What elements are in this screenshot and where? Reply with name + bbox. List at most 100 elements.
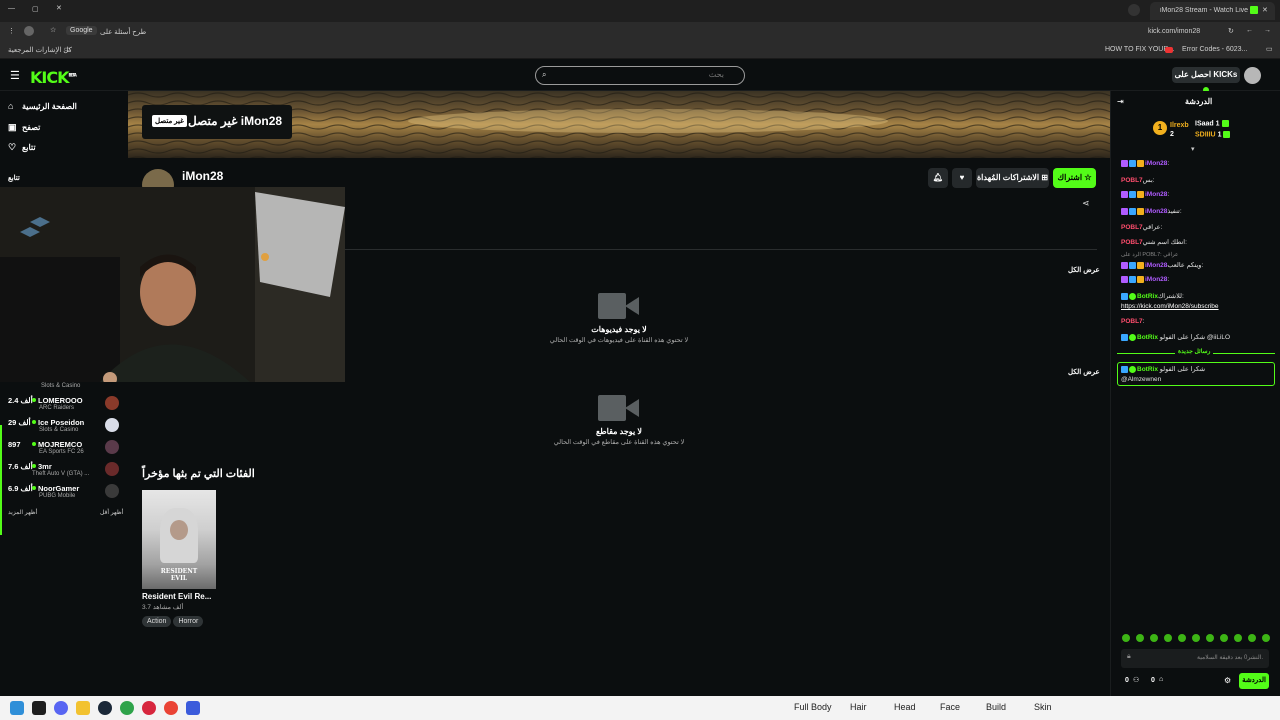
people-icon[interactable]: ⚇ bbox=[1133, 676, 1139, 684]
chat-message: BotRixللاشتراك: bbox=[1121, 292, 1184, 300]
offline-title: غير متصل iMon28 bbox=[188, 114, 283, 128]
show-less-link[interactable]: أظهر أقل bbox=[100, 509, 123, 516]
all-bookmarks-label[interactable]: كل الإشارات المرجعية bbox=[8, 46, 72, 54]
back-icon[interactable]: ← bbox=[1246, 27, 1253, 34]
chat-message: iMon28وينكم عالعب: bbox=[1121, 261, 1203, 269]
kick-logo[interactable]: KICKBETA bbox=[30, 68, 77, 87]
bookmark-fix[interactable]: HOW TO FIX YOUR... bbox=[1105, 46, 1174, 53]
store-icon[interactable]: ⌂ bbox=[1159, 676, 1163, 683]
google-button[interactable]: Google bbox=[66, 26, 97, 35]
chat-input[interactable]: النشر0 بعد دقيقة السلامية. 🔒︎ bbox=[1121, 649, 1269, 668]
reload-icon[interactable]: ↻ bbox=[1228, 27, 1234, 35]
lock-icon: 🔒︎ bbox=[1127, 653, 1131, 660]
videos-show-all-link[interactable]: عرض الكل bbox=[1068, 266, 1100, 274]
user-avatar[interactable] bbox=[1244, 67, 1261, 84]
divider bbox=[345, 249, 1097, 250]
clips-show-all-link[interactable]: عرض الكل bbox=[1068, 368, 1100, 376]
follow-button[interactable]: ♥ bbox=[952, 168, 972, 188]
channel-name[interactable]: iMon28 bbox=[182, 169, 223, 183]
ask-label[interactable]: طرح أسئلة على bbox=[100, 28, 146, 36]
kick-badge-icon bbox=[1223, 131, 1231, 138]
tab-full-body[interactable]: Full Body bbox=[794, 702, 832, 712]
tab-build[interactable]: Build bbox=[986, 702, 1006, 712]
gift-subs-button[interactable]: الاشتراكات المُهداة ⊞ bbox=[976, 168, 1049, 188]
nav-following[interactable]: ♡ تتابع bbox=[8, 142, 36, 153]
leader-count: 2 bbox=[1170, 131, 1174, 138]
bookmark-error-codes[interactable]: Error Codes - 6023... bbox=[1182, 46, 1247, 53]
discord-icon[interactable] bbox=[54, 701, 68, 715]
tab-close-icon[interactable]: ✕ bbox=[1262, 6, 1268, 14]
star-icon[interactable]: ☆ bbox=[50, 26, 56, 34]
notifications-button[interactable]: 🔔︎ bbox=[928, 168, 948, 188]
restore-icon[interactable]: ▢ bbox=[32, 5, 39, 13]
minimize-icon[interactable]: — bbox=[8, 5, 15, 12]
close-icon[interactable]: ✕ bbox=[56, 4, 62, 12]
chat-panel: ⇥ الدردشة 1 ISaad 1 Ilrexb SDIIIU 1 2 ▾ … bbox=[1110, 91, 1280, 696]
chat-message: POBL7: bbox=[1121, 318, 1145, 325]
gift-icon: ⊞ bbox=[1041, 173, 1049, 182]
streamer-avatar bbox=[105, 418, 119, 432]
streamer-item-3mr[interactable]: 7.6 ألف 3mr Theft Auto V (GTA) ... bbox=[8, 460, 120, 482]
hamburger-menu-icon[interactable]: ☰ bbox=[10, 69, 20, 82]
game-launcher-icon[interactable] bbox=[142, 701, 156, 715]
streamer-item-ice-poseidon[interactable]: 29 ألف Ice Poseidon Slots & Casino bbox=[8, 416, 120, 438]
chevron-down-icon[interactable]: ▾ bbox=[1191, 145, 1195, 153]
leader-sdiiiu[interactable]: SDIIIU 1 bbox=[1195, 131, 1231, 138]
streamer-name: NoorGamer bbox=[38, 484, 80, 493]
terminal-icon[interactable] bbox=[32, 701, 46, 715]
collapse-chat-icon[interactable]: ⇥ bbox=[1117, 97, 1124, 106]
profile-icon[interactable] bbox=[24, 26, 34, 36]
chat-message: iMon28تنفيذ: bbox=[1121, 207, 1182, 215]
get-kicks-button[interactable]: احصل على KICKs bbox=[1172, 67, 1240, 93]
nav-home[interactable]: ⌂ الصفحة الرئيسية bbox=[8, 101, 77, 111]
leader-name: SDIIIU bbox=[1195, 131, 1216, 139]
share-icon[interactable]: ⋖ bbox=[1082, 198, 1090, 209]
search-icon: ⌕ bbox=[542, 70, 547, 79]
search-box[interactable]: ⌕ bbox=[535, 66, 745, 85]
streamer-name: MOJREMCO bbox=[38, 440, 83, 449]
steam-icon[interactable] bbox=[98, 701, 112, 715]
tab-head[interactable]: Head bbox=[894, 702, 916, 712]
category-card[interactable]: RESIDENT EVIL Resident Evil Re... 3.7 أل… bbox=[142, 490, 216, 627]
streamer-item-mojremco[interactable]: 897 MOJREMCO EA Sports FC 26 bbox=[8, 438, 120, 460]
streamer-item-noorgamer[interactable]: 6.9 ألف NoorGamer PUBG Mobile bbox=[8, 482, 120, 504]
viewer-count: 6.9 ألف bbox=[8, 484, 33, 493]
nav-browse[interactable]: ▣ تصفح bbox=[8, 122, 40, 133]
counter-one: 0 bbox=[1125, 677, 1129, 684]
following-section-title: تتابع bbox=[8, 175, 20, 182]
bookmark-folder-icon[interactable]: ▭ bbox=[1266, 45, 1273, 53]
tab-face[interactable]: Face bbox=[940, 702, 960, 712]
leader-ilrexb[interactable]: Ilrexb bbox=[1170, 122, 1189, 129]
emote-bar[interactable] bbox=[1121, 633, 1271, 643]
streamer-game: Theft Auto V (GTA) ... bbox=[32, 471, 90, 477]
chat-message: BotRix شكرا على الفولو @iiLiLO bbox=[1121, 333, 1230, 341]
streamer-name: LOMEROOO bbox=[38, 396, 83, 405]
tab-hair[interactable]: Hair bbox=[850, 702, 867, 712]
subscribe-button[interactable]: اشتراك ☆ bbox=[1053, 168, 1096, 188]
no-clips-subtitle: لا تحتوي هذه القناة على مقاطع في الوقت ا… bbox=[553, 439, 685, 446]
settings-gear-icon[interactable]: ⚙ bbox=[1224, 676, 1231, 685]
xbox-icon[interactable] bbox=[120, 701, 134, 715]
tab-skin[interactable]: Skin bbox=[1034, 702, 1052, 712]
search-input[interactable] bbox=[554, 70, 724, 79]
show-more-link[interactable]: أظهر المزيد bbox=[8, 509, 37, 516]
new-tab-button[interactable] bbox=[1128, 4, 1140, 16]
chat-send-button[interactable]: الدردشة bbox=[1239, 673, 1269, 689]
chat-message: iMon28: bbox=[1121, 160, 1169, 167]
tag-horror[interactable]: Horror bbox=[173, 616, 204, 627]
browser-tab-bar: — ▢ ✕ iMon28 Stream - Watch Live on... ✕ bbox=[0, 0, 1280, 22]
bookmarks-bar: كل الإشارات المرجعية ▭ HOW TO FIX YOUR..… bbox=[0, 42, 1280, 59]
resident-evil-cover-image: RESIDENT EVIL bbox=[142, 490, 216, 589]
chrome-icon[interactable] bbox=[164, 701, 178, 715]
app-icon[interactable] bbox=[186, 701, 200, 715]
browser-tab[interactable]: iMon28 Stream - Watch Live on... ✕ bbox=[1150, 2, 1275, 20]
url-text[interactable]: kick.com/imon28 bbox=[1148, 28, 1200, 35]
forward-icon[interactable]: → bbox=[1264, 27, 1271, 34]
subscribe-link[interactable]: https://kick.com/iMon28/subscribe bbox=[1121, 303, 1219, 310]
leader-isaad[interactable]: ISaad 1 bbox=[1195, 120, 1230, 127]
streamer-item-lomerooo[interactable]: 2.4 ألف LOMEROOO ARC Raiders bbox=[8, 394, 120, 416]
file-explorer-icon[interactable] bbox=[76, 701, 90, 715]
menu-dots-icon[interactable]: ⋮ bbox=[8, 27, 15, 35]
tag-action[interactable]: Action bbox=[142, 616, 172, 627]
start-icon[interactable] bbox=[10, 701, 24, 715]
